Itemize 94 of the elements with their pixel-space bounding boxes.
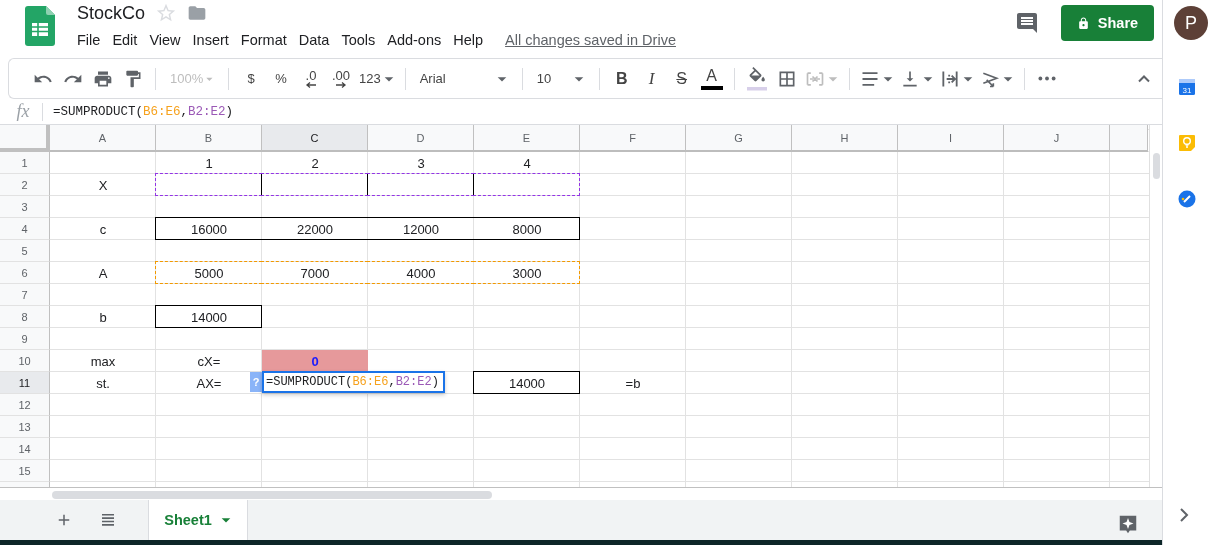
- column-header[interactable]: D: [368, 125, 474, 152]
- cell-text: 1: [205, 155, 213, 171]
- currency-button[interactable]: $: [237, 64, 265, 93]
- menu-item[interactable]: File: [71, 30, 107, 50]
- paint-bucket-icon: [744, 66, 769, 91]
- column-header[interactable]: B: [156, 125, 262, 152]
- row-header[interactable]: 2: [0, 174, 50, 196]
- menu-item[interactable]: Insert: [186, 30, 235, 50]
- italic-button[interactable]: I: [637, 64, 666, 93]
- menu-item[interactable]: Tools: [335, 30, 382, 50]
- menu-item[interactable]: Format: [234, 30, 293, 50]
- document-title[interactable]: StockCo: [77, 2, 146, 24]
- row-header[interactable]: 3: [0, 196, 50, 218]
- check-circle-icon[interactable]: [1177, 190, 1196, 208]
- account-avatar[interactable]: P: [1174, 6, 1208, 40]
- cell-text: X: [98, 177, 108, 193]
- cell-text: 5000: [194, 265, 224, 281]
- paint-format-icon: [123, 68, 143, 89]
- row-header[interactable]: 4: [0, 218, 50, 240]
- bold-button[interactable]: B: [607, 64, 636, 93]
- row-header[interactable]: 15: [0, 460, 50, 482]
- cell-text: 22000: [296, 221, 334, 237]
- text-color-button[interactable]: A: [697, 64, 726, 93]
- cell-text: 0: [311, 353, 319, 369]
- cell-text: 7000: [300, 265, 330, 281]
- menu-item[interactable]: Add-ons: [381, 30, 448, 50]
- row-header[interactable]: 7: [0, 284, 50, 306]
- sparkle-icon: [1117, 513, 1139, 535]
- row-header[interactable]: 6: [0, 262, 50, 284]
- lock-icon: [1076, 16, 1090, 30]
- comment-icon[interactable]: [1015, 11, 1039, 35]
- column-header[interactable]: G: [686, 125, 792, 152]
- font-dropdown[interactable]: Arial: [413, 64, 514, 93]
- sheet-tab[interactable]: Sheet1: [148, 500, 248, 540]
- cell-text: 14000: [508, 375, 546, 391]
- list-icon: [99, 511, 117, 529]
- cell-text: 2: [311, 155, 319, 171]
- share-button[interactable]: Share: [1061, 5, 1154, 41]
- cell-text: 16000: [190, 221, 228, 237]
- vertical-scrollbar[interactable]: [1149, 125, 1162, 487]
- row-header[interactable]: 14: [0, 438, 50, 460]
- increase-decimals-button[interactable]: .00: [327, 64, 355, 93]
- star-icon[interactable]: [155, 2, 178, 24]
- cell-text: AX=: [196, 375, 222, 391]
- font-size-dropdown[interactable]: 10: [530, 64, 591, 93]
- row-header[interactable]: 10: [0, 350, 50, 372]
- row-header[interactable]: 13: [0, 416, 50, 438]
- cell-text: max: [90, 353, 116, 369]
- row-header[interactable]: 1: [0, 152, 50, 174]
- function-label: fx: [15, 101, 31, 122]
- cell-text: 3000: [512, 265, 542, 281]
- number-format-dropdown[interactable]: 123: [357, 64, 397, 93]
- row-header[interactable]: 5: [0, 240, 50, 262]
- menu-item[interactable]: Help: [447, 30, 490, 50]
- row-header[interactable]: 8: [0, 306, 50, 328]
- column-header[interactable]: J: [1004, 125, 1110, 152]
- column-header[interactable]: I: [898, 125, 1004, 152]
- cell-text: b: [99, 309, 107, 325]
- menu-item[interactable]: Data: [292, 30, 336, 50]
- menu-item[interactable]: View: [143, 30, 187, 50]
- calendar-icon[interactable]: 31: [1177, 78, 1196, 96]
- arrow-icon: [305, 81, 317, 88]
- cell-text: 4: [523, 155, 531, 171]
- row-header[interactable]: 11: [0, 372, 50, 394]
- cell-text: 12000: [402, 221, 440, 237]
- sheets-logo-icon[interactable]: [25, 6, 55, 46]
- chevron-right-icon[interactable]: [1177, 507, 1191, 523]
- cell-text: 3: [417, 155, 425, 171]
- column-header[interactable]: E: [474, 125, 580, 152]
- cell-text: =b: [625, 375, 641, 391]
- column-header[interactable]: C: [262, 125, 368, 152]
- save-status-link[interactable]: All changes saved in Drive: [505, 32, 676, 48]
- arrow-icon: [335, 81, 347, 88]
- cell-text: 8000: [512, 221, 542, 237]
- strikethrough-button[interactable]: S: [667, 64, 696, 93]
- row-header[interactable]: 9: [0, 328, 50, 350]
- decrease-decimals-button[interactable]: .0: [297, 64, 325, 93]
- more-icon: [1037, 76, 1056, 81]
- cell-text: st.: [96, 375, 110, 391]
- cell-text: c: [99, 221, 107, 237]
- cell-text: 4000: [406, 265, 436, 281]
- cell-text: A: [98, 265, 108, 281]
- cell-text: 14000: [190, 309, 228, 325]
- row-header[interactable]: 12: [0, 394, 50, 416]
- horizontal-scrollbar[interactable]: [0, 487, 1162, 500]
- cell-editor[interactable]: =SUMPRODUCT(B6:E6,B2:E2): [262, 371, 445, 393]
- folder-icon[interactable]: [187, 3, 208, 23]
- cell-text: cX=: [197, 353, 221, 369]
- formula-field[interactable]: =SUMPRODUCT(B6:E6,B2:E2): [53, 99, 1162, 124]
- menu-item[interactable]: Edit: [106, 30, 144, 50]
- column-header[interactable]: F: [580, 125, 686, 152]
- percent-button[interactable]: %: [267, 64, 295, 93]
- column-header[interactable]: H: [792, 125, 898, 152]
- column-header[interactable]: A: [50, 125, 156, 152]
